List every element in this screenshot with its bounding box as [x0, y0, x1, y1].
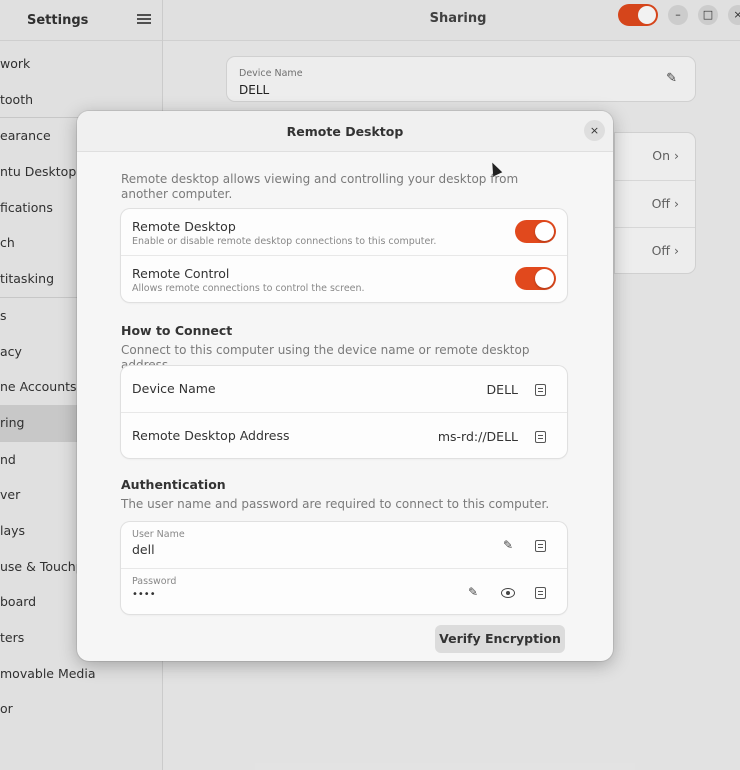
remote-control-title: Remote Control: [132, 266, 230, 281]
remote-desktop-row[interactable]: Remote Desktop Enable or disable remote …: [121, 209, 567, 256]
copy-icon[interactable]: [535, 587, 546, 599]
toggle-knob: [535, 222, 554, 241]
dialog-close-button[interactable]: ×: [584, 120, 605, 141]
copy-icon[interactable]: [535, 384, 546, 396]
remote-control-subtitle: Allows remote connections to control the…: [132, 283, 365, 294]
password-value: ••••: [132, 589, 156, 600]
username-value: dell: [132, 542, 155, 557]
remote-desktop-address-value: ms-rd://DELL: [437, 429, 518, 444]
connect-card: Device Name DELL Remote Desktop Address …: [121, 366, 567, 458]
connect-device-name-value: DELL: [486, 382, 518, 397]
username-label: User Name: [132, 529, 185, 540]
how-to-connect-heading: How to Connect: [121, 323, 233, 338]
username-row[interactable]: User Name dell ✎: [121, 522, 567, 569]
dialog-description: Remote desktop allows viewing and contro…: [121, 172, 519, 201]
remote-desktop-subtitle: Enable or disable remote desktop connect…: [132, 236, 437, 247]
copy-icon[interactable]: [535, 431, 546, 443]
remote-desktop-title: Remote Desktop: [132, 219, 236, 234]
connect-device-name-row: Device Name DELL: [121, 366, 567, 413]
show-password-eye-icon[interactable]: [501, 588, 515, 598]
dialog-title: Remote Desktop: [286, 124, 404, 139]
password-label: Password: [132, 576, 177, 587]
close-icon: ×: [589, 124, 600, 137]
connect-device-name-label: Device Name: [132, 381, 216, 396]
toggles-card: Remote Desktop Enable or disable remote …: [121, 209, 567, 302]
authentication-heading: Authentication: [121, 477, 226, 492]
copy-icon[interactable]: [535, 540, 546, 552]
authentication-card: User Name dell ✎ Password •••• ✎: [121, 522, 567, 614]
remote-desktop-toggle[interactable]: [515, 220, 556, 243]
remote-control-toggle[interactable]: [515, 267, 556, 290]
toggle-knob: [535, 269, 554, 288]
remote-desktop-dialog: Remote Desktop × Remote desktop allows v…: [77, 111, 613, 661]
edit-pencil-icon[interactable]: ✎: [501, 538, 515, 552]
connect-address-row: Remote Desktop Address ms-rd://DELL: [121, 413, 567, 459]
edit-pencil-icon[interactable]: ✎: [466, 585, 480, 599]
authentication-description: The user name and password are required …: [121, 497, 550, 511]
remote-control-row[interactable]: Remote Control Allows remote connections…: [121, 256, 567, 302]
verify-encryption-button[interactable]: Verify Encryption: [435, 625, 565, 653]
password-row[interactable]: Password •••• ✎: [121, 569, 567, 615]
dialog-header: Remote Desktop ×: [77, 111, 613, 152]
remote-desktop-address-label: Remote Desktop Address: [132, 428, 290, 443]
